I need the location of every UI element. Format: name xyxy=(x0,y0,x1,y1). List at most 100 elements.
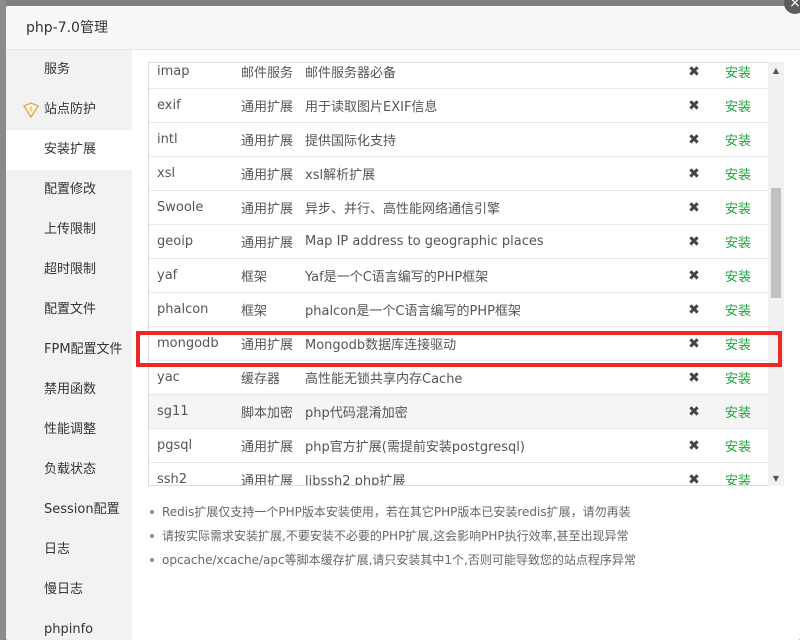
note-item: 请按实际需求安装扩展,不要安装不必要的PHP扩展,这会影响PHP执行效率,甚至出… xyxy=(148,524,778,548)
table-row: phalcon 框架 phalcon是一个C语言编写的PHP框架 ✖ 安装 xyxy=(149,293,771,327)
install-button[interactable]: 安装 xyxy=(703,232,771,251)
install-button[interactable]: 安装 xyxy=(703,266,771,285)
sidebar-item-label: 上传限制 xyxy=(44,222,97,237)
sidebar-item-label: 慢日志 xyxy=(44,582,84,597)
ext-type: 框架 xyxy=(241,270,268,285)
dialog-title: php-7.0管理 xyxy=(6,6,800,50)
ext-name: exif xyxy=(157,98,181,113)
sidebar-item[interactable]: 安装扩展 xyxy=(6,130,132,170)
sidebar-item[interactable]: 性能调整 xyxy=(6,410,132,450)
not-installed-icon: ✖ xyxy=(688,403,700,420)
mongodb-highlight-box xyxy=(136,331,782,367)
table-row: xsl 通用扩展 xsl解析扩展 ✖ 安装 xyxy=(149,157,771,191)
install-button[interactable]: 安装 xyxy=(703,130,771,149)
install-button[interactable]: 安装 xyxy=(703,368,771,387)
sidebar-item[interactable]: 日志 xyxy=(6,530,132,570)
note-item: Redis扩展仅支持一个PHP版本安装使用，若在其它PHP版本已安装redis扩… xyxy=(148,500,778,524)
install-button[interactable]: 安装 xyxy=(703,402,771,421)
sidebar-item-label: 性能调整 xyxy=(44,422,97,437)
not-installed-icon: ✖ xyxy=(688,199,700,216)
sidebar-item[interactable]: FPM配置文件 xyxy=(6,330,132,370)
sidebar-item[interactable]: 负载状态 xyxy=(6,450,132,490)
install-button[interactable]: 安装 xyxy=(703,164,771,183)
ext-name: xsl xyxy=(157,166,176,181)
ext-name: intl xyxy=(157,132,178,147)
ext-type: 通用扩展 xyxy=(241,134,294,149)
sidebar-item-label: 日志 xyxy=(44,542,71,557)
ext-name: yac xyxy=(157,370,180,385)
sidebar-item-label: 服务 xyxy=(44,62,71,77)
shield-icon: $ xyxy=(23,102,39,119)
table-row: sg11 脚本加密 php代码混淆加密 ✖ 安装 xyxy=(149,395,771,429)
ext-type: 通用扩展 xyxy=(241,168,294,183)
not-installed-icon: ✖ xyxy=(688,97,700,114)
table-row: ssh2 通用扩展 libssh2 php扩展 ✖ 安装 xyxy=(149,463,771,486)
ext-name: pgsql xyxy=(157,438,193,453)
not-installed-icon: ✖ xyxy=(688,301,700,318)
sidebar-item-label: FPM配置文件 xyxy=(44,342,123,357)
sidebar: 服务 $ 站点防护安装扩展配置修改上传限制超时限制 配置文件 FPM配置文件 禁用函数性能… xyxy=(6,50,132,640)
table-row: imap 邮件服务 邮件服务器必备 ✖ 安装 xyxy=(149,63,771,89)
install-button[interactable]: 安装 xyxy=(703,300,771,319)
install-button[interactable]: 安装 xyxy=(703,198,771,217)
ext-desc: 提供国际化支持 xyxy=(305,134,397,149)
sidebar-item[interactable]: 禁用函数 xyxy=(6,370,132,410)
not-installed-icon: ✖ xyxy=(688,369,700,386)
ext-type: 通用扩展 xyxy=(241,440,294,455)
sidebar-item[interactable]: 超时限制 xyxy=(6,250,132,290)
ext-name: ssh2 xyxy=(157,472,188,486)
ext-desc: php代码混淆加密 xyxy=(305,406,408,421)
sidebar-item-label: 站点防护 xyxy=(44,102,97,117)
ext-name: phalcon xyxy=(157,302,209,317)
table-scrollbar[interactable]: ▲ ▼ xyxy=(768,62,784,486)
install-button[interactable]: 安装 xyxy=(703,96,771,115)
table-row: Swoole 通用扩展 异步、并行、高性能网络通信引擎 ✖ 安装 xyxy=(149,191,771,225)
ext-name: sg11 xyxy=(157,404,189,419)
install-button[interactable]: 安装 xyxy=(703,63,771,81)
not-installed-icon: ✖ xyxy=(688,267,700,284)
sidebar-item[interactable]: 配置文件 xyxy=(6,290,132,330)
install-button[interactable]: 安装 xyxy=(703,436,771,455)
sidebar-item[interactable]: 上传限制 xyxy=(6,210,132,250)
ext-desc: phalcon是一个C语言编写的PHP框架 xyxy=(305,304,521,319)
table-row: yaf 框架 Yaf是一个C语言编写的PHP框架 ✖ 安装 xyxy=(149,259,771,293)
sidebar-item-label: 配置修改 xyxy=(44,182,97,197)
ext-name: geoip xyxy=(157,234,194,249)
ext-name: yaf xyxy=(157,268,178,283)
sidebar-item[interactable]: Session配置 xyxy=(6,490,132,530)
sidebar-item[interactable]: 服务 xyxy=(6,50,132,90)
table-row: geoip 通用扩展 Map IP address to geographic pl… xyxy=(149,225,771,259)
install-button[interactable]: 安装 xyxy=(703,470,771,485)
sidebar-item-label: 负载状态 xyxy=(44,462,97,477)
scroll-down-arrow-icon[interactable]: ▼ xyxy=(768,470,784,486)
sidebar-item-label: 禁用函数 xyxy=(44,382,97,397)
not-installed-icon: ✖ xyxy=(688,437,700,454)
ext-type: 通用扩展 xyxy=(241,474,294,486)
sidebar-item-label: Session配置 xyxy=(44,502,120,517)
ext-name: Swoole xyxy=(157,200,204,215)
ext-desc: 邮件服务器必备 xyxy=(305,66,397,81)
extension-table[interactable]: imap 邮件服务 邮件服务器必备 ✖ 安装 exif 通用扩展 用于读取图片EXIF信息 ✖ 安… xyxy=(148,62,772,486)
ext-type: 邮件服务 xyxy=(241,66,294,81)
ext-desc: libssh2 php扩展 xyxy=(305,474,406,486)
notes-list: Redis扩展仅支持一个PHP版本安装使用，若在其它PHP版本已安装redis扩… xyxy=(148,500,778,572)
not-installed-icon: ✖ xyxy=(688,233,700,250)
sidebar-item-label: phpinfo xyxy=(44,622,94,637)
php-manage-dialog: php-7.0管理 服务 $ 站点防护安装扩展配置修改上传限制超时限制 配置文件 FPM… xyxy=(6,6,800,640)
sidebar-item[interactable]: phpinfo xyxy=(6,610,132,640)
sidebar-item[interactable]: $ 站点防护 xyxy=(6,90,132,130)
extension-panel: imap 邮件服务 邮件服务器必备 ✖ 安装 exif 通用扩展 用于读取图片EXIF信息 ✖ 安… xyxy=(132,50,800,640)
scroll-thumb[interactable] xyxy=(771,188,781,298)
ext-desc: Map IP address to geographic places xyxy=(305,234,544,249)
svg-text:$: $ xyxy=(29,106,33,113)
ext-desc: 异步、并行、高性能网络通信引擎 xyxy=(305,202,501,217)
ext-desc: php官方扩展(需提前安装postgresql) xyxy=(305,440,525,455)
scroll-up-arrow-icon[interactable]: ▲ xyxy=(768,62,784,78)
ext-type: 通用扩展 xyxy=(241,100,294,115)
ext-desc: Yaf是一个C语言编写的PHP框架 xyxy=(305,270,489,285)
ext-name: imap xyxy=(157,64,190,79)
table-row: intl 通用扩展 提供国际化支持 ✖ 安装 xyxy=(149,123,771,157)
ext-type: 缓存器 xyxy=(241,372,281,387)
sidebar-item[interactable]: 配置修改 xyxy=(6,170,132,210)
sidebar-item[interactable]: 慢日志 xyxy=(6,570,132,610)
